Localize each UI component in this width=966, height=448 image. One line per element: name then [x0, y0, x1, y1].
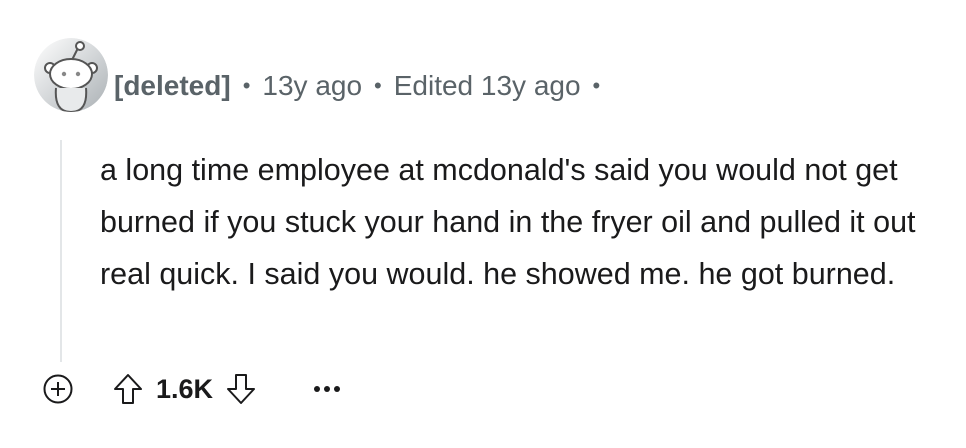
meta-separator: • [592, 73, 601, 98]
ellipsis-icon [314, 386, 341, 392]
more-options-button[interactable] [305, 367, 349, 411]
posted-timestamp[interactable]: 13y ago [262, 70, 362, 102]
comment-text: a long time employee at mcdonald's said … [100, 153, 916, 291]
expand-thread-button[interactable] [36, 367, 80, 411]
downvote-button[interactable] [219, 367, 263, 411]
snoo-avatar-icon[interactable] [34, 38, 108, 112]
meta-separator: • [242, 73, 251, 98]
vote-score: 1.6K [156, 373, 214, 404]
comment-body: a long time employee at mcdonald's said … [100, 144, 950, 300]
thread-line[interactable] [60, 140, 62, 362]
comment-action-bar: 1.6K [36, 364, 349, 414]
plus-circle-icon [43, 374, 73, 404]
upvote-button[interactable] [106, 367, 150, 411]
edited-timestamp: Edited 13y ago [393, 70, 581, 101]
comment: [deleted] • 13y ago • Edited 13y ago • a… [0, 0, 966, 448]
comment-meta: [deleted] • 13y ago • Edited 13y ago • [114, 66, 612, 106]
meta-separator: • [374, 73, 382, 98]
author-name[interactable]: [deleted] [114, 70, 231, 102]
arrow-up-icon [114, 374, 142, 404]
arrow-down-icon [227, 374, 256, 404]
